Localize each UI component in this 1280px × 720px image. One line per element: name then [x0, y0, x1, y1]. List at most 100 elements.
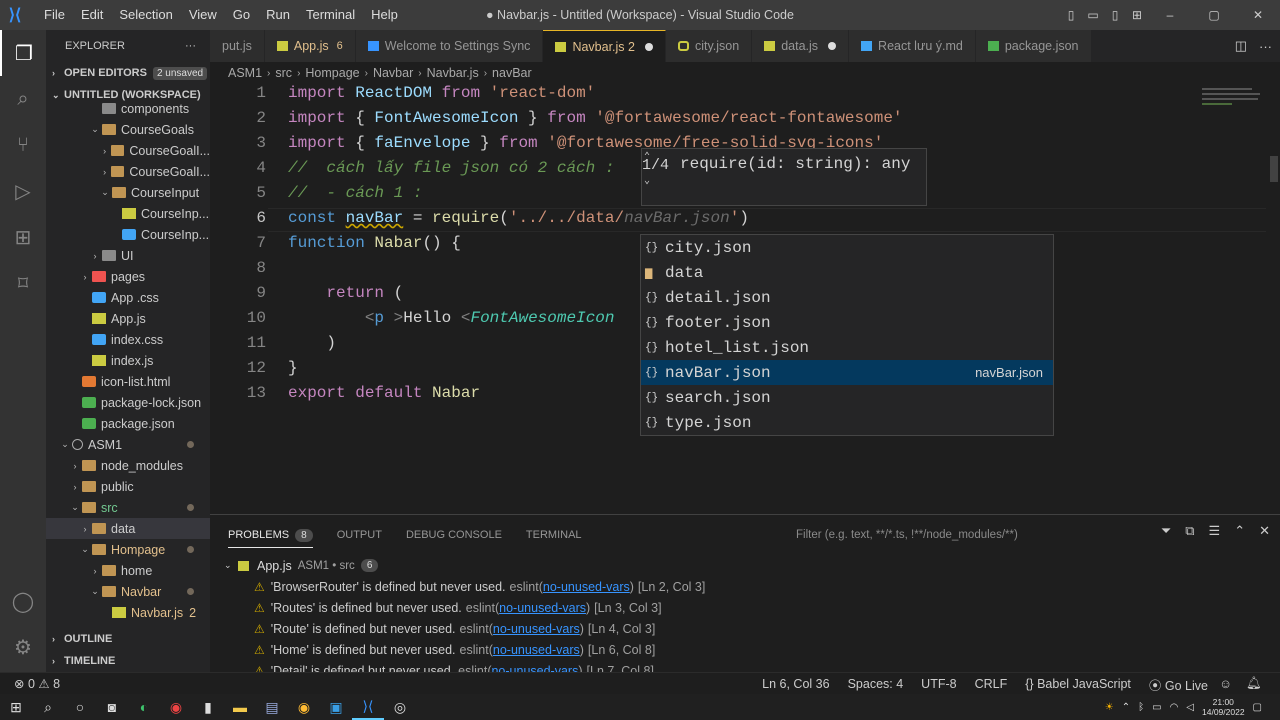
- wifi-icon[interactable]: ◠: [1170, 702, 1179, 713]
- tab-welcome-to-settings-sync[interactable]: Welcome to Settings Sync: [355, 30, 544, 62]
- tree-item[interactable]: › CourseGoalI...: [46, 140, 210, 161]
- chrome-icon-2[interactable]: ◉: [288, 694, 320, 720]
- collapse-all-icon[interactable]: ⧉: [1185, 523, 1194, 539]
- taskbar-search-icon[interactable]: ⌕: [32, 694, 64, 720]
- filter-icon[interactable]: ⏷: [1161, 523, 1171, 539]
- language-mode[interactable]: {} Babel JavaScript: [1025, 677, 1131, 691]
- chevron-down-icon[interactable]: ⌄: [644, 175, 650, 187]
- manage-gear-icon[interactable]: ⚙: [0, 624, 46, 670]
- vscode-taskbar-icon[interactable]: ⟩⟨: [352, 694, 384, 720]
- tree-item[interactable]: › data: [46, 518, 210, 539]
- usb-icon[interactable]: ▮: [192, 694, 224, 720]
- breadcrumb-item[interactable]: navBar: [492, 66, 532, 80]
- breadcrumb-item[interactable]: Hompage: [305, 66, 359, 80]
- line-ending[interactable]: CRLF: [975, 677, 1008, 691]
- notepad-icon[interactable]: ▤: [256, 694, 288, 720]
- toggle-sidebar-icon[interactable]: ▯: [1060, 8, 1082, 22]
- maximize-button[interactable]: ▢: [1192, 8, 1236, 22]
- suggestion-item[interactable]: ▆ data: [641, 260, 1053, 285]
- problem-rule[interactable]: no-unused-vars: [543, 580, 630, 594]
- tree-item[interactable]: › pages: [46, 266, 210, 287]
- view-as-list-icon[interactable]: ☰: [1209, 523, 1221, 539]
- source-control-icon[interactable]: ⑂: [0, 122, 46, 168]
- tab-navbar-js-2[interactable]: Navbar.js 2: [543, 30, 666, 62]
- windows-start-icon[interactable]: ⊞: [0, 694, 32, 720]
- menu-terminal[interactable]: Terminal: [298, 0, 363, 30]
- tree-item[interactable]: CourseInp...: [46, 203, 210, 224]
- cortana-icon[interactable]: ○: [64, 694, 96, 720]
- bookmark-icon[interactable]: ⌑: [0, 260, 46, 306]
- open-editors-section[interactable]: › OPEN EDITORS 2 unsaved: [46, 62, 210, 84]
- tree-item[interactable]: App.js: [46, 308, 210, 329]
- breadcrumb-item[interactable]: Navbar: [373, 66, 413, 80]
- breadcrumb-item[interactable]: ASM1: [228, 66, 262, 80]
- bluetooth-icon[interactable]: ᛒ: [1138, 702, 1144, 713]
- problem-row[interactable]: ⚠ 'BrowserRouter' is defined but never us…: [210, 576, 1280, 597]
- tree-item[interactable]: CourseInp...: [46, 224, 210, 245]
- tree-item[interactable]: index.js: [46, 350, 210, 371]
- menu-selection[interactable]: Selection: [111, 0, 180, 30]
- unsaved-dot-icon[interactable]: [828, 42, 837, 50]
- breadcrumb-item[interactable]: Navbar.js: [427, 66, 479, 80]
- problem-row[interactable]: ⚠ 'Route' is defined but never used. eslin…: [210, 618, 1280, 639]
- split-editor-icon[interactable]: ◫: [1235, 38, 1247, 54]
- weather-icon[interactable]: ☀: [1105, 702, 1114, 713]
- tab-package-json[interactable]: package.json: [975, 30, 1092, 62]
- panel-tab-terminal[interactable]: TERMINAL: [526, 529, 582, 541]
- panel-tab-debug-console[interactable]: DEBUG CONSOLE: [406, 529, 502, 541]
- errors-status[interactable]: ⊗ 0 ⚠ 8: [14, 676, 60, 691]
- tree-item[interactable]: icon-list.html: [46, 371, 210, 392]
- tree-item[interactable]: › node_modules: [46, 455, 210, 476]
- tree-item[interactable]: ⌄ CourseInput: [46, 182, 210, 203]
- tree-item[interactable]: › public: [46, 476, 210, 497]
- tab-app-js[interactable]: App.js 6: [264, 30, 356, 62]
- battery-icon[interactable]: ▭: [1152, 702, 1161, 713]
- clock[interactable]: 21:00 14/09/2022: [1202, 697, 1245, 717]
- menu-go[interactable]: Go: [225, 0, 258, 30]
- suggestion-item[interactable]: {} type.json: [641, 410, 1053, 435]
- suggestion-item[interactable]: {} hotel_list.json: [641, 335, 1053, 360]
- minimize-button[interactable]: –: [1148, 8, 1192, 22]
- tree-item[interactable]: ⌄ Navbar: [46, 581, 210, 602]
- tree-item[interactable]: ⌄ Hompage: [46, 539, 210, 560]
- feedback-icon[interactable]: ☺: [1219, 677, 1232, 691]
- action-center-icon[interactable]: ▢: [1253, 702, 1262, 713]
- explorer-icon[interactable]: ❐: [0, 30, 46, 76]
- run-debug-icon[interactable]: ▷: [0, 168, 46, 214]
- unsaved-dot-icon[interactable]: [644, 42, 653, 51]
- suggestion-item[interactable]: {} footer.json: [641, 310, 1053, 335]
- tree-item[interactable]: package-lock.json: [46, 392, 210, 413]
- tree-item[interactable]: › CourseGoalI...: [46, 161, 210, 182]
- tab-data-js[interactable]: data.js: [752, 30, 850, 62]
- timeline-section[interactable]: › TIMELINE: [46, 650, 210, 672]
- tree-item[interactable]: ⌄ CourseGoals: [46, 119, 210, 140]
- suggestion-item[interactable]: {} detail.json: [641, 285, 1053, 310]
- tree-item[interactable]: components: [46, 98, 210, 119]
- menu-run[interactable]: Run: [258, 0, 298, 30]
- tree-item[interactable]: ⌄ ASM1: [46, 434, 210, 455]
- editor-scrollbar[interactable]: [1266, 84, 1280, 514]
- toggle-panel-icon[interactable]: ▭: [1082, 8, 1104, 22]
- file-explorer-icon[interactable]: ▬: [224, 694, 256, 720]
- volume-icon[interactable]: ◁: [1186, 702, 1194, 713]
- more-actions-icon[interactable]: ···: [185, 40, 196, 52]
- maximize-panel-icon[interactable]: ⌃: [1234, 523, 1245, 539]
- suggestion-item[interactable]: {} navBar.json navBar.json: [641, 360, 1053, 385]
- breadcrumb-item[interactable]: src: [275, 66, 292, 80]
- encoding[interactable]: UTF-8: [921, 677, 956, 691]
- extensions-icon[interactable]: ⊞: [0, 214, 46, 260]
- notifications-icon[interactable]: 🔔︎: [1246, 676, 1262, 691]
- problem-rule[interactable]: no-unused-vars: [493, 643, 580, 657]
- panel-tab-problems[interactable]: PROBLEMS 8: [228, 523, 313, 548]
- tab-put-js[interactable]: put.js: [210, 30, 265, 62]
- camera-app-icon[interactable]: ◙: [96, 694, 128, 720]
- tray-expand-icon[interactable]: ⌃: [1122, 702, 1130, 713]
- problem-rule[interactable]: no-unused-vars: [499, 601, 586, 615]
- tree-item[interactable]: package.json: [46, 413, 210, 434]
- problems-filter-input[interactable]: Filter (e.g. text, **/*.ts, !**/node_mod…: [790, 523, 1150, 547]
- customize-layout-icon[interactable]: ⊞: [1126, 8, 1148, 22]
- tree-item[interactable]: Navbar.js 2: [46, 602, 210, 623]
- menu-file[interactable]: File: [36, 0, 73, 30]
- minimap[interactable]: [1202, 84, 1266, 514]
- suggestion-item[interactable]: {} search.json: [641, 385, 1053, 410]
